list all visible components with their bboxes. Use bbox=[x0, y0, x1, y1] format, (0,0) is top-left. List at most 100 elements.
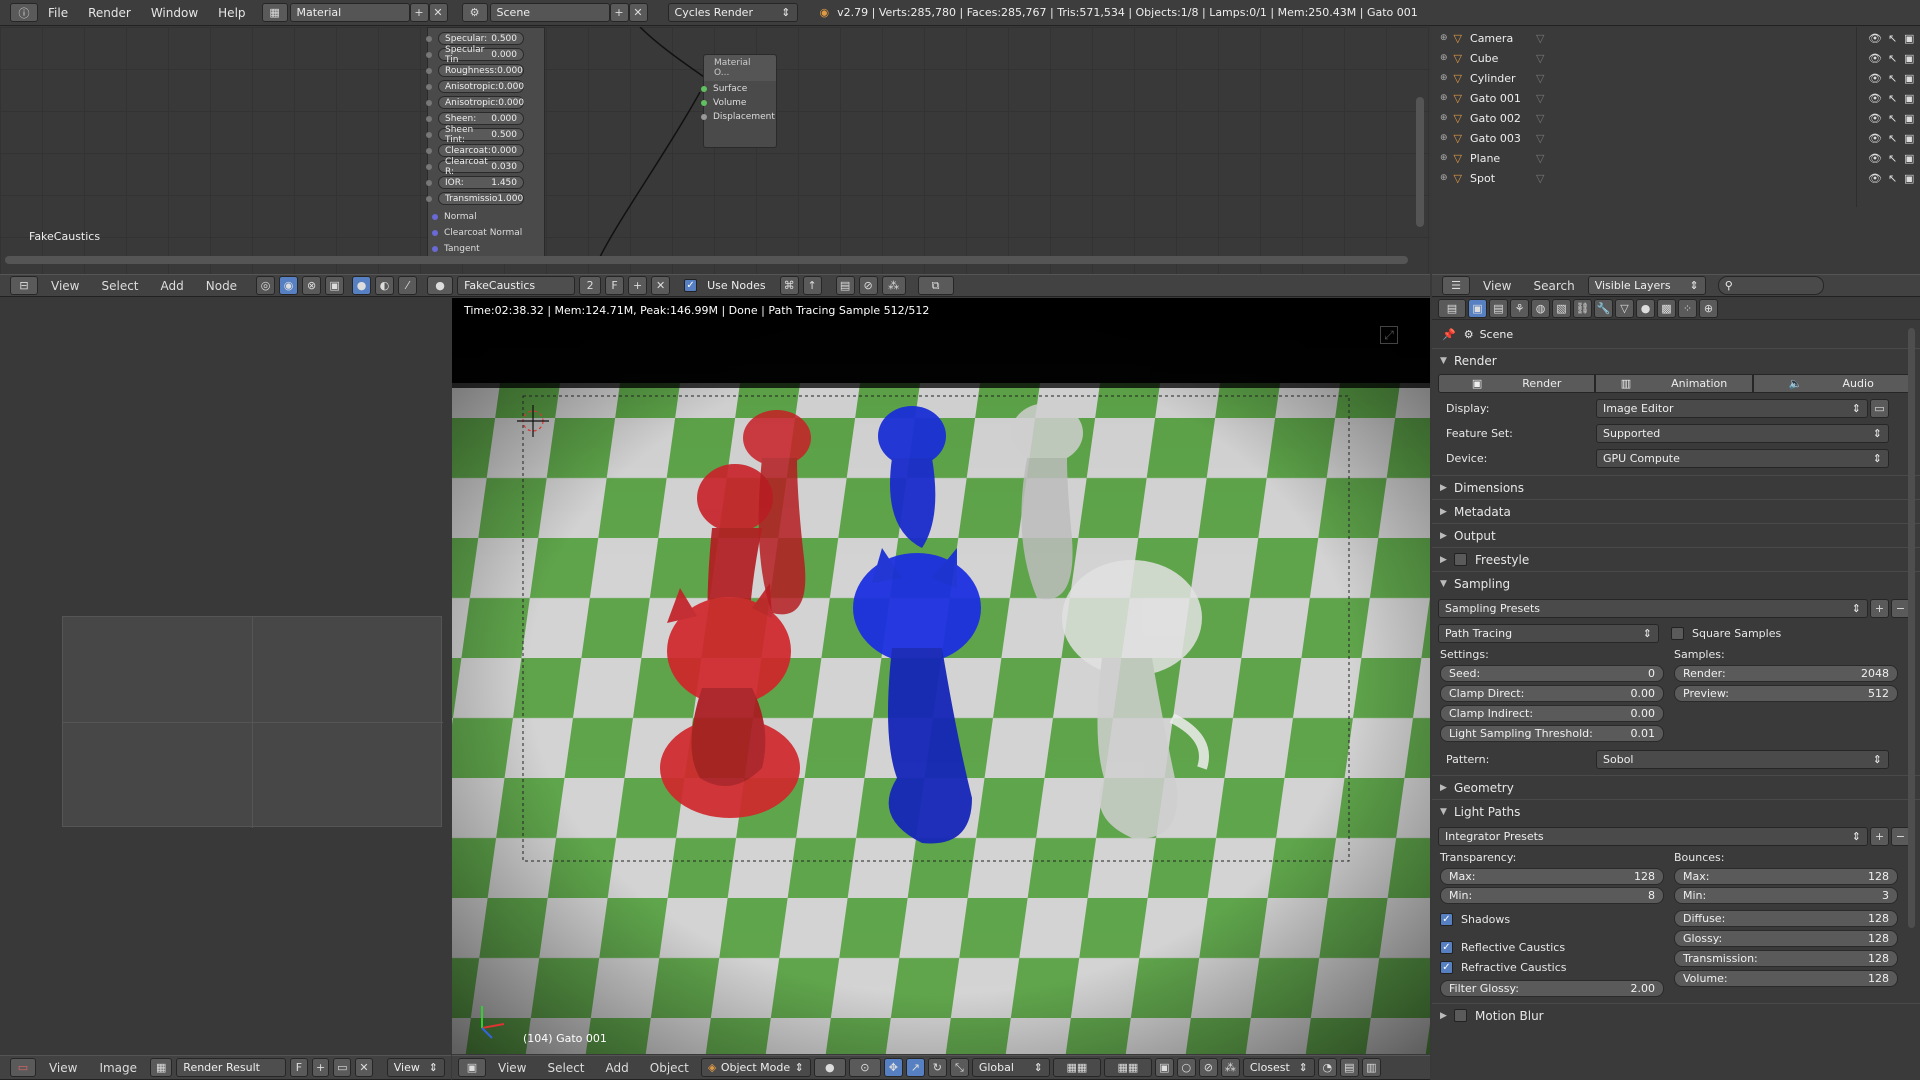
outliner-search-input[interactable]: ⚲ bbox=[1717, 276, 1824, 295]
outliner-item[interactable]: ⊕ ▽ Camera ▽ 👁 ↖ ▣ bbox=[1432, 28, 1920, 48]
unlink-material-icon[interactable]: ✕ bbox=[651, 276, 671, 295]
expand-icon[interactable]: ⊕ bbox=[1440, 93, 1448, 103]
renderable-camera-icon[interactable]: ▣ bbox=[1904, 132, 1914, 145]
tab-texture-icon[interactable]: ▩ bbox=[1657, 299, 1676, 318]
add-integrator-preset-icon[interactable]: + bbox=[1870, 827, 1889, 846]
settings-field-0[interactable]: Seed: 0 bbox=[1440, 665, 1664, 682]
outliner-item-name[interactable]: Plane bbox=[1470, 152, 1530, 165]
open-image-icon[interactable]: ▭ bbox=[333, 1058, 352, 1077]
render-animation-button[interactable]: ▥ Animation bbox=[1595, 374, 1753, 393]
scene-field[interactable]: Scene bbox=[489, 3, 610, 22]
node-editor-area[interactable]: Specular: 0.500 Specular Tin 0.000 Roughness… bbox=[0, 27, 1430, 278]
parent-icon[interactable]: ⌘ bbox=[779, 276, 799, 295]
layers-grid-1[interactable]: ▦▦ bbox=[1052, 1058, 1101, 1077]
visibility-eye-icon[interactable]: 👁 bbox=[1868, 172, 1882, 185]
bounces-type-field-1[interactable]: Glossy: 128 bbox=[1674, 930, 1898, 947]
selectable-cursor-icon[interactable]: ↖ bbox=[1888, 152, 1897, 165]
pin-icon[interactable]: 📌 bbox=[1442, 328, 1456, 341]
layer-lock-icon[interactable]: ▣ bbox=[1154, 1058, 1174, 1077]
translate-manipulator-icon[interactable]: ↗ bbox=[905, 1058, 925, 1077]
tab-data-icon[interactable]: ▽ bbox=[1615, 299, 1634, 318]
tab-world-icon[interactable]: ◍ bbox=[1531, 299, 1550, 318]
visibility-eye-icon[interactable]: 👁 bbox=[1868, 32, 1882, 45]
panel-sampling-header[interactable]: ▼ Sampling bbox=[1432, 571, 1920, 595]
tab-scene-icon[interactable]: ⚘ bbox=[1510, 299, 1529, 318]
panel-render-header[interactable]: ▼ Render bbox=[1432, 348, 1920, 372]
use-nodes-checkbox[interactable]: ✓ bbox=[684, 279, 698, 292]
viewport-menu-add[interactable]: Add bbox=[597, 1061, 638, 1075]
viewport-menu-view[interactable]: View bbox=[489, 1061, 535, 1075]
bounces-field-0[interactable]: Max: 128 bbox=[1674, 868, 1898, 885]
transform-orientation-dropdown[interactable]: Global ⇕ bbox=[971, 1058, 1050, 1077]
square-samples-checkbox[interactable] bbox=[1671, 627, 1684, 640]
new-material-icon[interactable]: + bbox=[628, 276, 648, 295]
snap-element-icon[interactable]: ⁂ bbox=[1220, 1058, 1240, 1077]
properties-type-icon[interactable]: ▤ bbox=[1438, 299, 1466, 318]
outliner-item[interactable]: ⊕ ▽ Spot ▽ 👁 ↖ ▣ bbox=[1432, 168, 1920, 188]
outliner-item[interactable]: ⊕ ▽ Cube ▽ 👁 ↖ ▣ bbox=[1432, 48, 1920, 68]
lock-interface-icon[interactable]: ▭ bbox=[1870, 399, 1889, 418]
tab-particles-icon[interactable]: ⁘ bbox=[1678, 299, 1697, 318]
visibility-eye-icon[interactable]: 👁 bbox=[1868, 112, 1882, 125]
outliner-item-name[interactable]: Cube bbox=[1470, 52, 1530, 65]
freestyle-checkbox[interactable] bbox=[1454, 553, 1467, 566]
menu-render[interactable]: Render bbox=[78, 6, 141, 20]
outliner-item[interactable]: ⊕ ▽ Cylinder ▽ 👁 ↖ ▣ bbox=[1432, 68, 1920, 88]
brush-icon[interactable]: ⁄ bbox=[398, 276, 418, 295]
renderable-camera-icon[interactable]: ▣ bbox=[1904, 152, 1914, 165]
manipulator-toggle-icon[interactable]: ✥ bbox=[883, 1058, 903, 1077]
expand-icon[interactable]: ⊕ bbox=[1440, 53, 1448, 63]
tab-modifiers-icon[interactable]: 🔧 bbox=[1594, 299, 1613, 318]
image-view-mode-dropdown[interactable]: View ⇕ bbox=[386, 1058, 445, 1077]
outliner-item-name[interactable]: Camera bbox=[1470, 32, 1530, 45]
outliner-item-name[interactable]: Gato 003 bbox=[1470, 132, 1530, 145]
menu-window[interactable]: Window bbox=[141, 6, 208, 20]
world-shader-icon[interactable]: ● bbox=[352, 276, 372, 295]
viewport-menu-object[interactable]: Object bbox=[641, 1061, 698, 1075]
properties-scrollbar[interactable] bbox=[1908, 328, 1915, 928]
outliner-item-name[interactable]: Gato 001 bbox=[1470, 92, 1530, 105]
visibility-eye-icon[interactable]: 👁 bbox=[1868, 52, 1882, 65]
layers-grid-2[interactable]: ▦▦ bbox=[1103, 1058, 1152, 1077]
outliner-item-name[interactable]: Gato 002 bbox=[1470, 112, 1530, 125]
material-browse-icon[interactable]: ● bbox=[427, 276, 454, 295]
panel-light-paths-header[interactable]: ▼ Light Paths bbox=[1432, 799, 1920, 823]
outliner-type-icon[interactable]: ☰ bbox=[1442, 276, 1470, 295]
backdrop-icon[interactable]: ▤ bbox=[835, 276, 855, 295]
menu-help[interactable]: Help bbox=[208, 6, 255, 20]
compositing-nodes-icon[interactable]: ⊗ bbox=[302, 276, 322, 295]
expand-icon[interactable]: ⊕ bbox=[1440, 153, 1448, 163]
shadows-checkbox[interactable]: ✓ bbox=[1440, 912, 1453, 926]
feature-set-dropdown[interactable]: Supported ⇕ bbox=[1596, 424, 1889, 443]
expand-icon[interactable]: ⊕ bbox=[1440, 113, 1448, 123]
renderable-camera-icon[interactable]: ▣ bbox=[1904, 172, 1914, 185]
integrator-presets-dropdown[interactable]: Integrator Presets ⇕ bbox=[1438, 827, 1868, 846]
integrator-dropdown[interactable]: Path Tracing ⇕ bbox=[1438, 624, 1659, 643]
add-scene-icon[interactable]: + bbox=[609, 3, 629, 22]
remove-layout-icon[interactable]: ✕ bbox=[428, 3, 448, 22]
copy-paste-icon[interactable]: ⧉ bbox=[917, 276, 954, 295]
new-image-icon[interactable]: + bbox=[311, 1058, 330, 1077]
pivot-point-icon[interactable]: ⊙ bbox=[848, 1058, 881, 1077]
visibility-eye-icon[interactable]: 👁 bbox=[1868, 92, 1882, 105]
snap-icon[interactable]: ⊘ bbox=[1198, 1058, 1218, 1077]
outliner-item[interactable]: ⊕ ▽ Gato 002 ▽ 👁 ↖ ▣ bbox=[1432, 108, 1920, 128]
line-style-icon[interactable]: ◐ bbox=[375, 276, 395, 295]
transparency-field-1[interactable]: Min: 8 bbox=[1440, 887, 1664, 904]
screen-layout-field[interactable]: Material bbox=[289, 3, 410, 22]
render-audio-button[interactable]: 🔈 Audio bbox=[1752, 374, 1910, 393]
display-dropdown[interactable]: Image Editor ⇕ bbox=[1596, 399, 1868, 418]
fake-user-button[interactable]: F bbox=[605, 276, 625, 295]
renderable-camera-icon[interactable]: ▣ bbox=[1904, 72, 1914, 85]
outliner-item-name[interactable]: Spot bbox=[1470, 172, 1530, 185]
pattern-dropdown[interactable]: Sobol ⇕ bbox=[1596, 750, 1889, 769]
visibility-eye-icon[interactable]: 👁 bbox=[1868, 72, 1882, 85]
outliner-filter-dropdown[interactable]: Visible Layers ⇕ bbox=[1587, 276, 1706, 295]
snap-target-dropdown[interactable]: Closest ⇕ bbox=[1242, 1058, 1315, 1077]
selectable-cursor-icon[interactable]: ↖ bbox=[1888, 172, 1897, 185]
tab-layers-icon[interactable]: ▤ bbox=[1489, 299, 1508, 318]
material-name-field[interactable]: FakeCaustics bbox=[457, 276, 576, 295]
settings-field-1[interactable]: Clamp Direct: 0.00 bbox=[1440, 685, 1664, 702]
expand-icon[interactable]: ⊕ bbox=[1440, 133, 1448, 143]
filter-glossy-field[interactable]: Filter Glossy: 2.00 bbox=[1440, 980, 1664, 997]
